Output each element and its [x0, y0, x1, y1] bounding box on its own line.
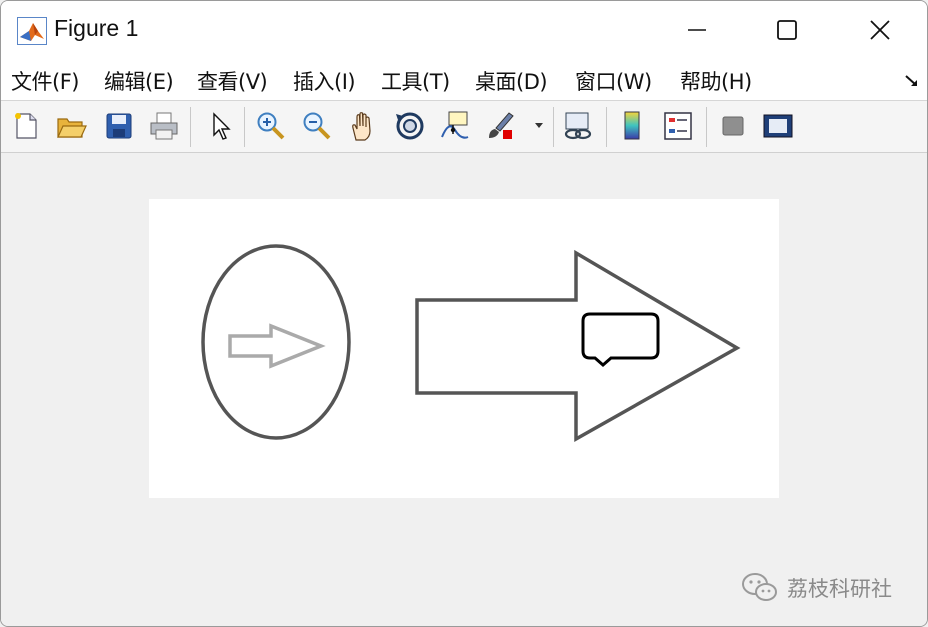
zoom-in-button[interactable] [254, 109, 288, 143]
minimize-button[interactable] [651, 1, 743, 59]
insert-colorbar-button[interactable] [615, 109, 649, 143]
brush-icon [489, 112, 514, 139]
zoom-out-button[interactable] [300, 109, 334, 143]
figure-window: Figure 1 文件(F) 编辑(E) 查看(V) 插入(I) 工具(T) 桌… [0, 0, 928, 627]
menu-file[interactable]: 文件(F) [11, 66, 79, 96]
pan-button[interactable] [346, 109, 380, 143]
menu-bar: 文件(F) 编辑(E) 查看(V) 插入(I) 工具(T) 桌面(D) 窗口(W… [1, 59, 927, 101]
menu-desktop[interactable]: 桌面(D) [475, 66, 548, 96]
hide-plot-tools-button[interactable] [716, 109, 750, 143]
brush-button[interactable] [485, 109, 519, 143]
print-icon [150, 112, 178, 140]
data-cursor-button[interactable] [438, 109, 472, 143]
menu-help[interactable]: 帮助(H) [680, 66, 752, 96]
data-cursor-icon [441, 111, 469, 139]
dock-arrow-icon[interactable] [903, 73, 921, 89]
new-figure-button[interactable] [9, 109, 43, 143]
toolbar-separator [244, 107, 245, 147]
zoom-in-icon [257, 112, 285, 140]
new-figure-icon [15, 113, 37, 139]
callout-bubble-shape[interactable] [581, 312, 660, 367]
toolbar-separator [553, 107, 554, 147]
big-arrow-shape[interactable] [415, 249, 741, 442]
ellipse-shape[interactable] [201, 244, 351, 440]
insert-legend-button[interactable] [661, 109, 695, 143]
close-button[interactable] [834, 1, 926, 59]
zoom-out-icon [303, 112, 331, 140]
show-plot-tools-icon [763, 114, 793, 138]
watermark-text: 荔枝科研社 [787, 577, 892, 601]
close-icon [870, 20, 890, 40]
pointer-icon [213, 112, 231, 140]
maximize-icon [777, 20, 797, 40]
toolbar-separator [606, 107, 607, 147]
plot-axes[interactable] [149, 199, 779, 498]
wechat-icon [742, 573, 777, 601]
save-button[interactable] [102, 109, 136, 143]
window-title: Figure 1 [54, 15, 139, 41]
open-file-icon [57, 118, 87, 138]
title-bar[interactable]: Figure 1 [1, 1, 927, 59]
menu-view[interactable]: 查看(V) [197, 66, 268, 96]
show-plot-tools-button[interactable] [761, 109, 795, 143]
menu-tools[interactable]: 工具(T) [381, 66, 450, 96]
menu-window[interactable]: 窗口(W) [575, 66, 652, 96]
colorbar-icon [624, 111, 640, 140]
save-icon [106, 113, 132, 139]
menu-edit[interactable]: 编辑(E) [104, 66, 174, 96]
rotate-button[interactable] [393, 109, 427, 143]
open-button[interactable] [54, 109, 88, 143]
link-plot-icon [564, 112, 592, 140]
hide-plot-tools-icon [722, 116, 744, 136]
brush-dropdown-button[interactable] [527, 109, 551, 143]
menu-insert[interactable]: 插入(I) [293, 66, 356, 96]
small-arrow-shape[interactable] [228, 323, 326, 369]
maximize-button[interactable] [741, 1, 833, 59]
toolbar-separator [190, 107, 191, 147]
link-plot-button[interactable] [561, 109, 595, 143]
print-button[interactable] [147, 109, 181, 143]
annotation-drawing [201, 244, 741, 442]
figure-toolbar [1, 101, 927, 153]
pan-hand-icon [352, 112, 371, 141]
legend-icon [664, 112, 692, 140]
caret-down-icon [535, 123, 543, 128]
watermark: 荔枝科研社 [741, 569, 892, 607]
rotate-3d-icon [396, 112, 424, 140]
edit-plot-button[interactable] [203, 109, 237, 143]
toolbar-separator [706, 107, 707, 147]
minimize-icon [688, 29, 706, 31]
matlab-logo-icon [17, 17, 47, 45]
